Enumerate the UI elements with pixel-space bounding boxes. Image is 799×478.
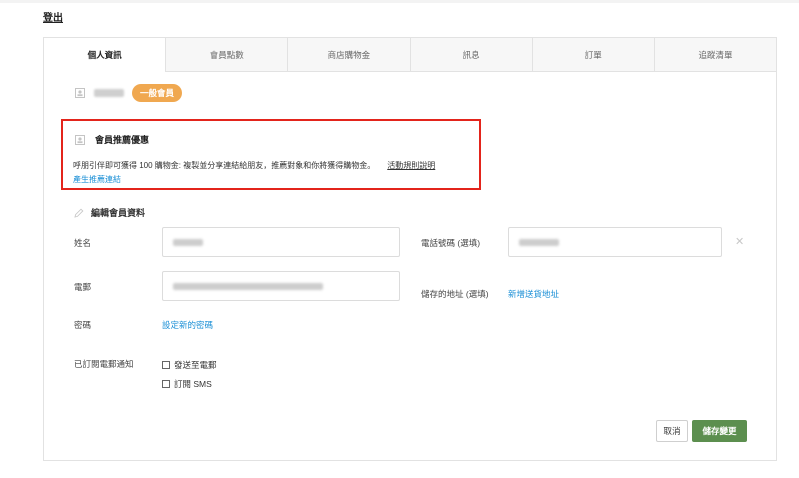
password-label: 密碼 xyxy=(74,320,92,330)
tab-messages[interactable]: 訊息 xyxy=(409,38,532,72)
pencil-icon xyxy=(74,208,84,218)
tab-wishlist[interactable]: 追蹤清單 xyxy=(653,38,777,72)
tab-member-points[interactable]: 會員點數 xyxy=(165,38,288,72)
top-divider xyxy=(0,0,799,3)
referral-box: 會員推薦優惠 呼朋引伴即可獲得 100 購物金: 複製並分享連結給朋友，推薦對象… xyxy=(61,119,481,190)
email-value-redacted xyxy=(173,283,323,290)
member-summary: 一般會員 xyxy=(75,84,183,102)
subscription-label: 已訂閱電郵通知 xyxy=(74,359,134,369)
account-tabs: 個人資訊 會員點數 商店購物金 訊息 訂單 追蹤清單 xyxy=(44,38,777,72)
name-value-redacted xyxy=(173,239,203,246)
save-changes-button[interactable]: 儲存變更 xyxy=(692,420,747,442)
tab-store-credit[interactable]: 商店購物金 xyxy=(287,38,410,72)
account-panel: 個人資訊 會員點數 商店購物金 訊息 訂單 追蹤清單 一般會員 會員推薦優惠 呼… xyxy=(43,37,777,461)
member-name-redacted xyxy=(94,89,124,97)
generate-referral-link[interactable]: 產生推薦連結 xyxy=(73,174,121,185)
clear-phone-icon[interactable]: ✕ xyxy=(735,235,744,248)
subscribe-sms-checkbox[interactable] xyxy=(162,380,170,388)
add-shipping-address-link[interactable]: 新增送貨地址 xyxy=(508,288,559,300)
name-label: 姓名 xyxy=(74,238,92,248)
subscribe-sms-label: 訂閱 SMS xyxy=(174,379,212,389)
saved-address-label: 儲存的地址 (選填) xyxy=(421,289,489,299)
phone-label: 電話號碼 (選填) xyxy=(421,238,481,248)
referral-header: 會員推薦優惠 xyxy=(75,133,149,146)
cancel-button[interactable]: 取消 xyxy=(656,420,688,442)
subscribe-email-checkbox[interactable] xyxy=(162,361,170,369)
referral-description: 呼朋引伴即可獲得 100 購物金: 複製並分享連結給朋友，推薦對象和你將獲得購物… xyxy=(73,161,376,170)
tab-profile[interactable]: 個人資訊 xyxy=(44,38,166,72)
tab-orders[interactable]: 訂單 xyxy=(531,38,654,72)
phone-input[interactable] xyxy=(508,227,722,257)
subscribe-sms-option: 訂閱 SMS xyxy=(162,378,212,390)
user-card-icon xyxy=(75,88,85,98)
phone-value-redacted xyxy=(519,239,559,246)
subscribe-email-label: 發送至電郵 xyxy=(174,360,217,370)
referral-description-row: 呼朋引伴即可獲得 100 購物金: 複製並分享連結給朋友，推薦對象和你將獲得購物… xyxy=(73,160,435,171)
edit-profile-header: 編輯會員資料 xyxy=(74,206,145,219)
edit-profile-title: 編輯會員資料 xyxy=(91,208,146,218)
user-card-icon xyxy=(75,134,85,145)
subscribe-email-option: 發送至電郵 xyxy=(162,359,217,371)
email-input[interactable] xyxy=(162,271,400,301)
email-label: 電郵 xyxy=(74,282,92,292)
logout-link[interactable]: 登出 xyxy=(43,9,63,24)
name-input[interactable] xyxy=(162,227,400,257)
referral-title: 會員推薦優惠 xyxy=(95,135,150,145)
member-tier-badge: 一般會員 xyxy=(132,84,183,102)
referral-rules-link[interactable]: 活動規則說明 xyxy=(387,161,435,170)
set-new-password-link[interactable]: 設定新的密碼 xyxy=(162,319,213,331)
